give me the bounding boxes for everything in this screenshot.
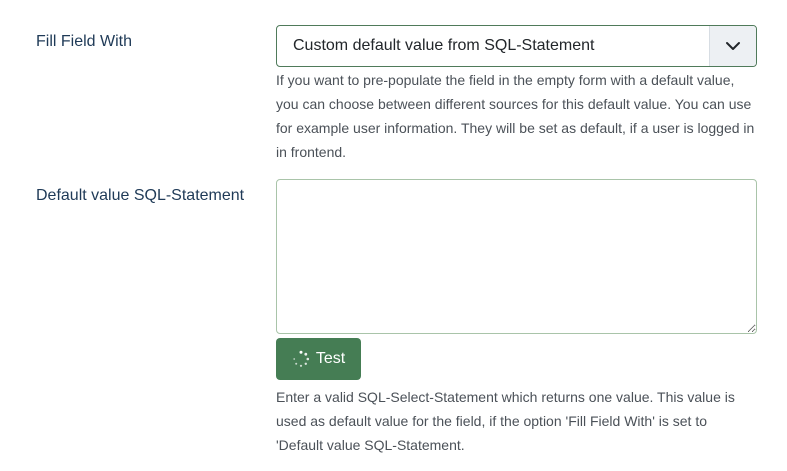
test-button[interactable]: Test — [276, 338, 361, 380]
default-sql-textarea[interactable] — [276, 179, 757, 334]
default-sql-control: Test Enter a valid SQL-Select-Statement … — [276, 179, 757, 457]
default-sql-help-text: Enter a valid SQL-Select-Statement which… — [276, 389, 735, 453]
fill-field-label: Fill Field With — [36, 33, 133, 50]
chevron-down-icon — [709, 26, 756, 66]
fill-field-help-text: If you want to pre-populate the field in… — [276, 72, 755, 160]
spinner-icon — [292, 350, 310, 368]
test-button-label: Test — [315, 350, 346, 367]
fill-field-selected-value: Custom default value from SQL-Statement — [293, 37, 595, 54]
fill-field-control: Custom default value from SQL-Statement … — [276, 25, 757, 164]
fill-field-select[interactable]: Custom default value from SQL-Statement — [276, 25, 757, 67]
default-sql-label: Default value SQL-Statement — [36, 187, 245, 204]
